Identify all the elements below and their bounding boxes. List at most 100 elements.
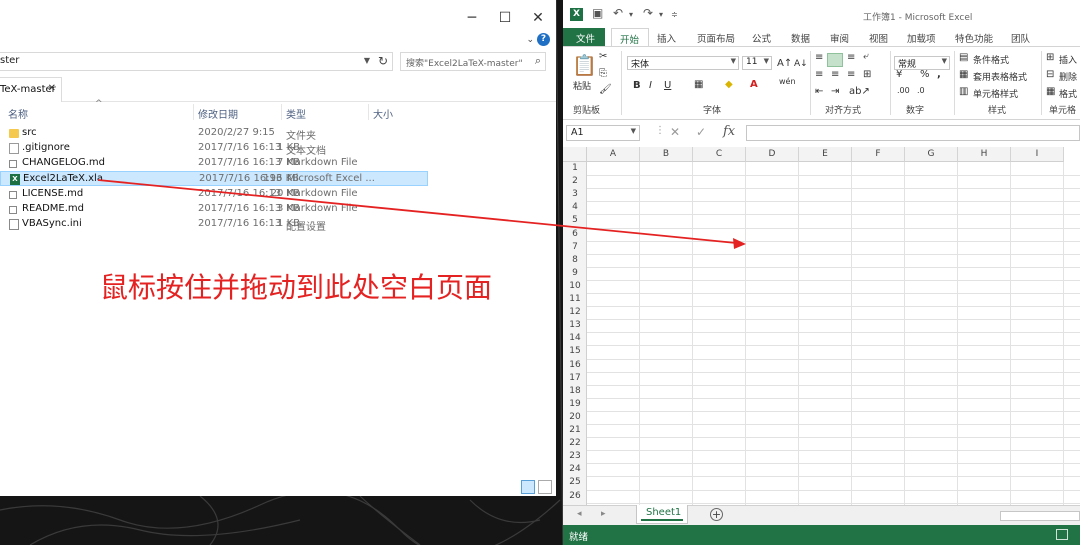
row-header-22[interactable]: 22 bbox=[563, 437, 587, 450]
shrink-font-icon[interactable]: A↓ bbox=[794, 59, 808, 69]
borders-icon[interactable]: ▦ bbox=[694, 79, 703, 90]
format-painter-icon[interactable]: 🖌 bbox=[599, 84, 612, 95]
tab-view[interactable]: 视图 bbox=[869, 31, 888, 45]
fill-color-icon[interactable]: ◆ bbox=[725, 79, 733, 90]
decrease-indent-icon[interactable]: ⇤ bbox=[815, 86, 823, 97]
chevron-down-icon[interactable]: ▾ bbox=[629, 10, 633, 19]
italic-button[interactable]: I bbox=[649, 80, 652, 91]
column-header-size[interactable]: 大小 bbox=[373, 106, 393, 121]
increase-indent-icon[interactable]: ⇥ bbox=[831, 86, 839, 97]
row-header-14[interactable]: 14 bbox=[563, 332, 587, 345]
undo-icon[interactable]: ↶ bbox=[613, 6, 623, 20]
row-header-24[interactable]: 24 bbox=[563, 463, 587, 476]
underline-button[interactable]: U bbox=[664, 80, 671, 91]
chevron-down-icon[interactable]: ▼ bbox=[364, 56, 370, 65]
align-right-icon[interactable]: ≡ bbox=[847, 69, 855, 80]
row-header-20[interactable]: 20 bbox=[563, 411, 587, 424]
worksheet-grid[interactable]: ABCDEFGHI 1 2 3 4 5 6 7 8 9 10 11 12 13 14 15 16 17 18 19 2… bbox=[563, 147, 1080, 505]
grow-font-icon[interactable]: A↑ bbox=[777, 58, 792, 69]
format-cells-icon[interactable]: ▦ bbox=[1046, 86, 1055, 97]
tab-featured[interactable]: 特色功能 bbox=[955, 31, 993, 45]
phonetic-icon[interactable]: wén bbox=[779, 77, 796, 86]
insert-button[interactable]: 插入 bbox=[1059, 53, 1077, 66]
tab-current-folder[interactable]: TeX-master ✕ bbox=[0, 77, 62, 102]
prev-sheet-icon[interactable]: ◂ bbox=[577, 509, 582, 519]
format-as-table-button[interactable]: 套用表格格式 bbox=[973, 70, 1027, 83]
file-row[interactable]: .gitignore 2017/7/16 16:13 文本文档 1 KB bbox=[0, 141, 428, 157]
name-box[interactable]: A1 ▼ bbox=[566, 125, 640, 141]
row-header-15[interactable]: 15 bbox=[563, 345, 587, 358]
column-header-type[interactable]: 类型 bbox=[286, 106, 306, 121]
column-header-c[interactable]: C bbox=[693, 147, 746, 162]
column-header-g[interactable]: G bbox=[905, 147, 958, 162]
enter-icon[interactable]: ✓ bbox=[696, 125, 706, 139]
row-header-8[interactable]: 8 bbox=[563, 254, 587, 267]
file-row[interactable]: VBASync.ini 2017/7/16 16:13 配置设置 1 KB bbox=[0, 217, 428, 233]
close-tab-icon[interactable]: ✕ bbox=[48, 83, 56, 94]
search-input[interactable]: 搜索"Excel2LaTeX-master" ⌕ bbox=[400, 52, 546, 71]
save-icon[interactable]: ▣ bbox=[592, 6, 603, 20]
align-bottom-icon[interactable]: ≡ bbox=[847, 52, 855, 63]
column-header-e[interactable]: E bbox=[799, 147, 852, 162]
row-header-13[interactable]: 13 bbox=[563, 319, 587, 332]
row-header-21[interactable]: 21 bbox=[563, 424, 587, 437]
column-header-name[interactable]: 名称 bbox=[8, 106, 28, 121]
address-bar[interactable]: ster ▼ ↻ bbox=[0, 52, 393, 71]
row-header-18[interactable]: 18 bbox=[563, 385, 587, 398]
row-header-6[interactable]: 6 bbox=[563, 228, 587, 241]
copy-icon[interactable]: ⎘ bbox=[599, 68, 607, 79]
font-size-select[interactable]: 11 ▼ bbox=[742, 56, 772, 70]
row-header-12[interactable]: 12 bbox=[563, 306, 587, 319]
wrap-text-icon[interactable]: ⤶ bbox=[863, 51, 869, 62]
row-header-16[interactable]: 16 bbox=[563, 359, 587, 372]
tab-formulas[interactable]: 公式 bbox=[752, 31, 771, 45]
tab-file[interactable]: 文件 bbox=[563, 28, 605, 46]
minimize-icon[interactable]: ─ bbox=[462, 8, 482, 28]
row-header-3[interactable]: 3 bbox=[563, 188, 587, 201]
column-divider[interactable] bbox=[281, 104, 282, 120]
horizontal-scrollbar[interactable] bbox=[1000, 511, 1080, 521]
number-format-select[interactable]: 常规 ▼ bbox=[894, 56, 950, 70]
align-top-icon[interactable]: ≡ bbox=[815, 52, 823, 63]
row-header-2[interactable]: 2 bbox=[563, 175, 587, 188]
row-header-25[interactable]: 25 bbox=[563, 476, 587, 489]
orientation-icon[interactable]: ab↗ bbox=[849, 86, 870, 97]
file-row[interactable]: src 2020/2/27 9:15 文件夹 bbox=[0, 126, 428, 142]
merge-center-icon[interactable]: ⊞ bbox=[863, 69, 871, 80]
align-center-icon[interactable]: ≡ bbox=[831, 69, 839, 80]
help-icon[interactable]: ? bbox=[537, 33, 550, 46]
insert-function-button[interactable]: fx bbox=[723, 124, 735, 139]
file-row[interactable]: README.md 2017/7/16 16:13 Markdown File … bbox=[0, 202, 428, 217]
file-row[interactable]: CHANGELOG.md 2017/7/16 16:13 Markdown Fi… bbox=[0, 156, 428, 171]
row-header-7[interactable]: 7 bbox=[563, 241, 587, 254]
column-header-b[interactable]: B bbox=[640, 147, 693, 162]
tab-home[interactable]: 开始 bbox=[611, 28, 649, 46]
close-icon[interactable]: ✕ bbox=[528, 8, 548, 28]
column-header-date[interactable]: 修改日期 bbox=[198, 106, 238, 121]
search-icon[interactable]: ⌕ bbox=[535, 54, 541, 68]
paste-icon[interactable]: 📋 bbox=[572, 53, 597, 77]
comma-style-icon[interactable]: , bbox=[937, 69, 941, 80]
increase-decimal-icon[interactable]: .00 bbox=[897, 86, 910, 95]
expand-ribbon-icon[interactable]: ⌄ bbox=[526, 35, 534, 45]
row-header-17[interactable]: 17 bbox=[563, 372, 587, 385]
font-color-icon[interactable]: A bbox=[750, 79, 758, 90]
tab-insert[interactable]: 插入 bbox=[657, 31, 676, 45]
column-header-f[interactable]: F bbox=[852, 147, 905, 162]
column-header-d[interactable]: D bbox=[746, 147, 799, 162]
tab-page-layout[interactable]: 页面布局 bbox=[697, 31, 735, 45]
conditional-format-icon[interactable]: ▤ bbox=[959, 52, 968, 63]
tab-addins[interactable]: 加载项 bbox=[907, 31, 936, 45]
delete-button[interactable]: 删除 bbox=[1059, 70, 1077, 83]
row-header-9[interactable]: 9 bbox=[563, 267, 587, 280]
redo-icon[interactable]: ↷ bbox=[643, 6, 653, 20]
row-header-10[interactable]: 10 bbox=[563, 280, 587, 293]
column-divider[interactable] bbox=[193, 104, 194, 120]
cell-styles-icon[interactable]: ▥ bbox=[959, 86, 968, 97]
currency-icon[interactable]: ¥ bbox=[896, 69, 902, 80]
select-all-corner[interactable] bbox=[563, 147, 587, 162]
tab-review[interactable]: 审阅 bbox=[830, 31, 849, 45]
sheet-tab-sheet1[interactable]: Sheet1 bbox=[636, 505, 688, 524]
table-format-icon[interactable]: ▦ bbox=[959, 69, 968, 80]
delete-cells-icon[interactable]: ⊟ bbox=[1046, 69, 1054, 80]
